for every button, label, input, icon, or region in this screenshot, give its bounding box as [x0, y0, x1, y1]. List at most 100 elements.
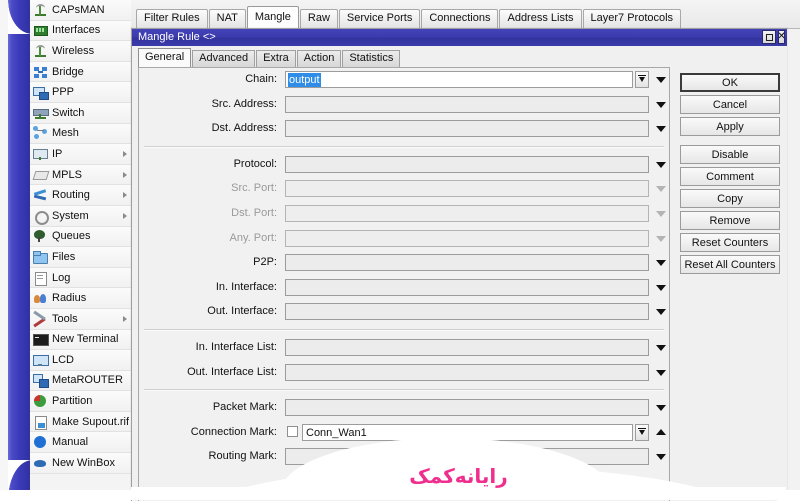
chevron-down-icon[interactable] [656, 284, 666, 291]
sidebar-item-mpls[interactable]: MPLS [30, 164, 131, 186]
firewall-tab-filter-rules[interactable]: Filter Rules [136, 9, 208, 28]
sidebar-item-manual[interactable]: Manual [30, 432, 131, 454]
field-label: Any. Port: [229, 231, 277, 244]
sidebar-item-label: Bridge [52, 65, 84, 78]
sidebar-item-ip[interactable]: IP [30, 144, 131, 165]
reset-counters-button[interactable]: Reset Counters [680, 233, 780, 252]
sidebar-item-wireless[interactable]: Wireless [30, 41, 131, 62]
sidebar-item-label: Files [52, 250, 76, 263]
field-input [285, 180, 649, 198]
field-input[interactable] [285, 399, 649, 417]
close-button[interactable]: ✕ [778, 30, 785, 44]
form-separator [144, 328, 664, 331]
comment-button[interactable]: Comment [680, 167, 780, 186]
folder-icon [33, 250, 48, 264]
sidebar-item-label: Radius [52, 292, 87, 305]
sidebar-menu-list[interactable]: CAPsMAN Interfaces Wireless Bridge PPP Switch… [30, 0, 131, 500]
firewall-tab-raw[interactable]: Raw [299, 9, 338, 28]
firewall-tabs[interactable]: Filter Rules NAT Mangle Raw Service Ports Con… [136, 6, 682, 28]
firewall-tab-service-ports[interactable]: Service Ports [338, 9, 421, 28]
dialog-titlebar[interactable]: Mangle Rule <> ✕ [132, 29, 787, 46]
sidebar-item-capsman[interactable]: CAPsMAN [30, 0, 131, 21]
maximize-button[interactable] [762, 30, 776, 44]
sidebar-item-tools[interactable]: Tools [30, 308, 131, 330]
field-checkbox[interactable] [287, 425, 298, 437]
chevron-down-icon[interactable] [656, 369, 666, 376]
dialog-button-column[interactable]: OK Cancel Apply Disable Comment Copy Remove Res… [680, 73, 780, 277]
sidebar-item-partition[interactable]: Partition [30, 391, 131, 412]
dialog-tab-extra[interactable]: Extra [256, 50, 296, 67]
field-input[interactable] [285, 338, 649, 356]
field-input[interactable] [285, 254, 649, 272]
firewall-tab-nat[interactable]: NAT [208, 9, 246, 28]
sidebar-item-queues[interactable]: Queues [30, 226, 131, 248]
field-input[interactable] [285, 278, 649, 296]
sidebar-item-new-winbox[interactable]: New WinBox [30, 453, 131, 474]
chevron-down-icon[interactable] [656, 309, 666, 316]
sidebar-item-log[interactable]: Log [30, 267, 131, 289]
remove-button[interactable]: Remove [680, 211, 780, 230]
dialog-tabs[interactable]: General Advanced Extra Action Statistics [138, 48, 401, 67]
chevron-down-icon[interactable] [656, 101, 666, 108]
sidebar-item-label: New Terminal [52, 333, 119, 346]
sidebar-item-system[interactable]: System [30, 205, 131, 227]
firewall-tab-mangle[interactable]: Mangle [246, 6, 299, 28]
sidebar-item-mesh[interactable]: Mesh [30, 123, 131, 145]
close-icon: ✕ [779, 32, 784, 42]
sidebar-item-lcd[interactable]: LCD [30, 350, 131, 371]
field-input[interactable] [285, 95, 649, 113]
window-buttons[interactable]: ✕ [762, 30, 785, 44]
chevron-down-icon[interactable] [656, 161, 666, 168]
dialog-tab-general[interactable]: General [138, 48, 192, 67]
firewall-tab-layer7-protocols[interactable]: Layer7 Protocols [582, 9, 682, 28]
chevron-down-icon[interactable] [656, 126, 666, 133]
sidebar-item-label: Make Supout.rif [52, 415, 130, 428]
sidebar-item-new-terminal[interactable]: New Terminal [30, 329, 131, 351]
sidebar-item-radius[interactable]: Radius [30, 288, 131, 309]
sidebar-item-routing[interactable]: Routing [30, 185, 131, 206]
sidebar-item-metarouter[interactable]: MetaROUTER [30, 370, 131, 392]
apply-button[interactable]: Apply [680, 117, 780, 136]
field-input[interactable] [285, 155, 649, 173]
field-input[interactable] [285, 448, 649, 466]
cancel-button[interactable]: Cancel [680, 95, 780, 114]
field-input [285, 229, 649, 247]
sidebar-item-files[interactable]: Files [30, 247, 131, 268]
chevron-down-icon[interactable] [656, 210, 666, 217]
form-row: Dst. Port: [139, 202, 669, 227]
dialog-tab-advanced[interactable]: Advanced [192, 50, 256, 67]
form-row: In. Interface: [139, 276, 669, 301]
sidebar-item-make-supout-rif[interactable]: Make Supout.rif [30, 411, 131, 433]
firewall-tab-address-lists[interactable]: Address Lists [499, 9, 582, 28]
sidebar-item-label: MPLS [52, 168, 82, 181]
field-input[interactable] [285, 303, 649, 321]
chevron-down-icon[interactable] [656, 454, 666, 461]
sidebar-item-interfaces[interactable]: Interfaces [30, 20, 131, 42]
chevron-down-icon[interactable] [656, 186, 666, 193]
chevron-down-icon[interactable] [656, 77, 666, 83]
chevron-down-icon[interactable] [656, 405, 666, 412]
chevron-up-icon[interactable] [656, 428, 666, 435]
field-dropdown-button[interactable] [635, 71, 649, 88]
chevron-down-icon[interactable] [656, 344, 666, 351]
form-separator [144, 145, 664, 148]
sidebar-item-switch[interactable]: Switch [30, 102, 131, 124]
field-label: Out. Interface List: [187, 365, 277, 378]
field-input[interactable] [285, 120, 649, 138]
field-input[interactable]: output [285, 71, 633, 88]
firewall-tab-connections[interactable]: Connections [421, 9, 499, 28]
sidebar-item-ppp[interactable]: PPP [30, 82, 131, 103]
field-input[interactable]: Conn_Wan1 [302, 423, 633, 441]
chevron-down-icon[interactable] [656, 235, 666, 242]
general-form-panel: Chain: output Src. Address: Dst. Address: Pr… [138, 67, 670, 501]
dialog-tab-statistics[interactable]: Statistics [342, 50, 401, 67]
copy-button[interactable]: Copy [680, 189, 780, 208]
ok-button[interactable]: OK [680, 73, 780, 92]
disable-button[interactable]: Disable [680, 145, 780, 164]
chevron-down-icon[interactable] [656, 260, 666, 267]
sidebar-item-bridge[interactable]: Bridge [30, 61, 131, 83]
field-input[interactable] [285, 363, 649, 381]
dialog-tab-action[interactable]: Action [296, 50, 342, 67]
field-dropdown-button[interactable] [635, 423, 649, 441]
reset-all-counters-button[interactable]: Reset All Counters [680, 255, 780, 274]
